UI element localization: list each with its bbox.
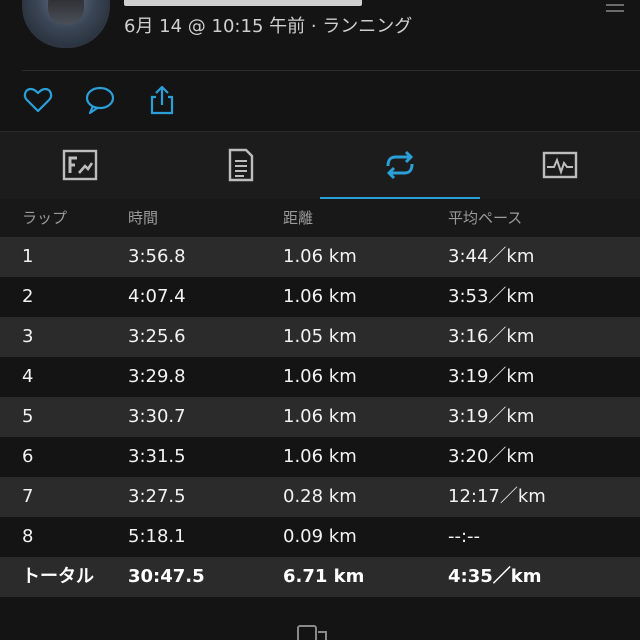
lap-number: 5 (22, 406, 34, 427)
heart-icon (23, 87, 53, 113)
lap-number: 3 (22, 326, 34, 347)
detail-tabs (0, 131, 640, 200)
lap-pace: 3:20／km (448, 446, 535, 467)
avatar[interactable] (22, 0, 110, 48)
lap-number: 1 (22, 246, 34, 267)
lap-number: 2 (22, 286, 34, 307)
divider (22, 70, 640, 71)
laps-icon (386, 150, 414, 180)
table-row: 6 3:31.5 1.06 km 3:20／km (0, 437, 640, 477)
lap-pace: 3:16／km (448, 326, 535, 347)
lap-number: 4 (22, 366, 34, 387)
lap-time: 3:29.8 (128, 366, 186, 387)
like-button[interactable] (22, 84, 54, 116)
activity-subtitle: 6月 14 @ 10:15 午前 · ランニング (124, 16, 413, 37)
share-button[interactable] (146, 84, 178, 116)
lap-time: 3:30.7 (128, 406, 186, 427)
lap-distance: 1.06 km (283, 246, 357, 267)
total-time: 30:47.5 (128, 566, 205, 587)
lap-pace: 3:53／km (448, 286, 535, 307)
header-pace: 平均ペース (448, 209, 523, 227)
table-header: ラップ 時間 距離 平均ペース (0, 199, 640, 237)
lap-time: 3:27.5 (128, 486, 186, 507)
lap-number: 8 (22, 526, 34, 547)
menu-icon[interactable] (606, 0, 624, 14)
lap-time: 5:18.1 (128, 526, 186, 547)
total-distance: 6.71 km (283, 566, 365, 587)
comment-button[interactable] (84, 84, 116, 116)
avatar-person (48, 0, 84, 24)
tab-charts[interactable] (480, 132, 640, 200)
total-row: トータル 30:47.5 6.71 km 4:35／km (0, 557, 640, 597)
table-row: 7 3:27.5 0.28 km 12:17／km (0, 477, 640, 517)
lap-pace: 3:44／km (448, 246, 535, 267)
lap-time: 3:56.8 (128, 246, 186, 267)
lap-distance: 1.06 km (283, 286, 357, 307)
overview-icon (62, 149, 98, 181)
table-row: 1 3:56.8 1.06 km 3:44／km (0, 237, 640, 277)
device-icon[interactable] (296, 622, 346, 640)
tab-laps[interactable] (320, 132, 480, 200)
lap-time: 3:31.5 (128, 446, 186, 467)
username-link[interactable] (124, 0, 362, 6)
share-icon (150, 85, 174, 115)
laps-table: ラップ 時間 距離 平均ペース 1 3:56.8 1.06 km 3:44／km… (0, 199, 640, 597)
lap-pace: --:-- (448, 526, 481, 547)
lap-distance: 1.06 km (283, 366, 357, 387)
stats-icon (228, 148, 254, 182)
lap-distance: 1.06 km (283, 446, 357, 467)
lap-pace: 3:19／km (448, 406, 535, 427)
lap-distance: 1.06 km (283, 406, 357, 427)
total-pace: 4:35／km (448, 566, 542, 587)
lap-pace: 12:17／km (448, 486, 546, 507)
lap-number: 7 (22, 486, 34, 507)
tab-stats[interactable] (160, 132, 320, 200)
header-time: 時間 (128, 209, 159, 227)
lap-time: 3:25.6 (128, 326, 186, 347)
table-row: 3 3:25.6 1.05 km 3:16／km (0, 317, 640, 357)
header-lap: ラップ (22, 209, 68, 227)
lap-pace: 3:19／km (448, 366, 535, 387)
charts-icon (542, 151, 578, 179)
tab-overview[interactable] (0, 132, 160, 200)
header-distance: 距離 (283, 209, 314, 227)
table-row: 2 4:07.4 1.06 km 3:53／km (0, 277, 640, 317)
total-label: トータル (22, 566, 94, 587)
activity-header: 6月 14 @ 10:15 午前 · ランニング (0, 0, 640, 70)
table-row: 4 3:29.8 1.06 km 3:19／km (0, 357, 640, 397)
lap-number: 6 (22, 446, 34, 467)
table-row: 5 3:30.7 1.06 km 3:19／km (0, 397, 640, 437)
lap-distance: 1.05 km (283, 326, 357, 347)
comment-icon (85, 86, 115, 115)
lap-distance: 0.09 km (283, 526, 357, 547)
table-row: 8 5:18.1 0.09 km --:-- (0, 517, 640, 557)
lap-distance: 0.28 km (283, 486, 357, 507)
action-bar (0, 72, 640, 130)
lap-time: 4:07.4 (128, 286, 186, 307)
